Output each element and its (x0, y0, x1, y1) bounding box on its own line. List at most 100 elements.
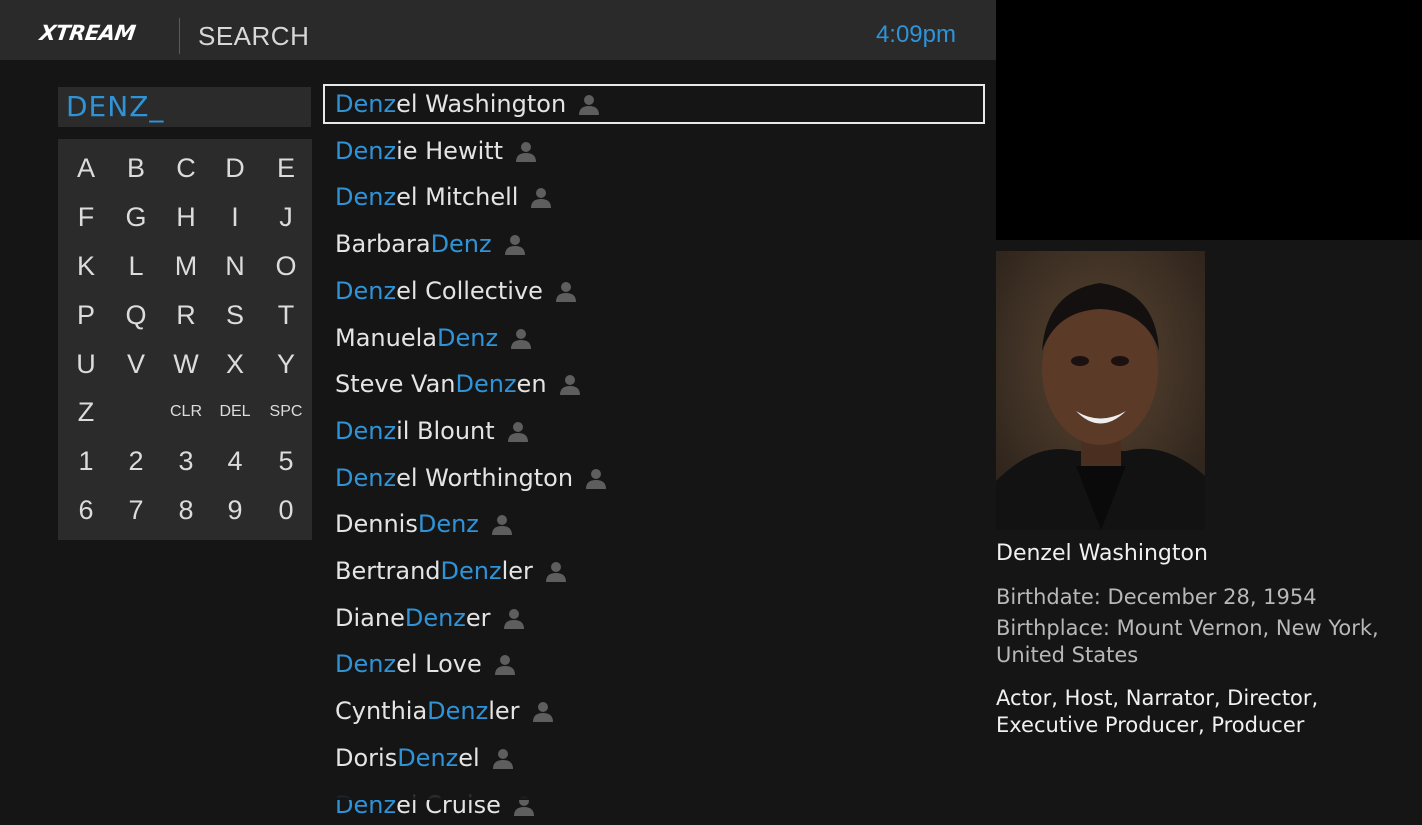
key-x[interactable]: X (210, 342, 260, 386)
person-icon (514, 139, 538, 163)
key-d[interactable]: D (210, 146, 260, 190)
result-name-prefix: Diane (335, 603, 405, 632)
result-name-match: Denz (455, 370, 517, 399)
key-l[interactable]: L (111, 244, 161, 288)
key-5[interactable]: 5 (261, 439, 311, 483)
result-name-suffix: el Love (396, 650, 482, 679)
roles: Actor, Host, Narrator, Director, Executi… (996, 685, 1396, 739)
key-3[interactable]: 3 (161, 439, 211, 483)
key-spc[interactable]: SPC (261, 390, 311, 434)
result-name-suffix: el Worthington (396, 463, 574, 492)
page-title: SEARCH (198, 21, 310, 51)
result-name-match: Denz (397, 743, 459, 772)
search-result-item[interactable]: Manuela Denz (323, 318, 985, 358)
search-result-item[interactable]: Denz el Collective (323, 271, 985, 311)
results-fade (323, 776, 985, 800)
result-name-suffix: ler (501, 557, 533, 585)
key-c[interactable]: C (161, 146, 211, 190)
result-name-prefix: Doris (335, 743, 398, 772)
key-i[interactable]: I (210, 195, 260, 239)
search-result-item[interactable]: Denz el Worthington (323, 458, 985, 498)
key-clr[interactable]: CLR (161, 390, 211, 434)
person-icon (503, 232, 527, 256)
key-7[interactable]: 7 (111, 488, 161, 532)
key-h[interactable]: H (161, 195, 211, 239)
result-name-suffix: ler (488, 697, 520, 726)
search-result-item[interactable]: Dennis Denz (323, 504, 985, 544)
result-name-match: Denz (335, 276, 397, 305)
xtream-logo: XTREAM (38, 21, 137, 45)
search-input[interactable]: DENZ_ (58, 87, 311, 127)
key-p[interactable]: P (61, 293, 111, 337)
key-v[interactable]: V (111, 342, 161, 386)
key-k[interactable]: K (61, 244, 111, 288)
result-name-prefix: Manuela (335, 323, 437, 352)
video-preview-area (996, 0, 1422, 240)
key-1[interactable]: 1 (61, 439, 111, 483)
key-o[interactable]: O (261, 244, 311, 288)
search-result-item[interactable]: Diane Denz er (323, 598, 985, 638)
birthdate: Birthdate: December 28, 1954 (996, 585, 1317, 609)
on-screen-keyboard: A B C D E F G H I J K L M N O P Q R S T U V W X Y Z CLR DEL SPC 1 2 3 4 5… (58, 139, 312, 540)
person-icon (584, 466, 608, 490)
key-y[interactable]: Y (261, 342, 311, 386)
key-r[interactable]: R (161, 293, 211, 337)
top-bar: XTREAM SEARCH 4:09pm (0, 0, 996, 60)
key-9[interactable]: 9 (210, 488, 260, 532)
result-name-match: Denz (335, 183, 397, 212)
key-0[interactable]: 0 (261, 488, 311, 532)
result-name-suffix: er (465, 603, 491, 632)
person-icon (490, 512, 514, 536)
person-icon (577, 92, 601, 116)
result-name-match: Denz (335, 90, 397, 118)
person-icon (531, 699, 555, 723)
result-name-suffix: el Collective (396, 276, 543, 305)
search-result-item[interactable]: Barbara Denz (323, 224, 985, 264)
person-icon (506, 419, 530, 443)
search-result-item[interactable]: Bertrand Denz ler (323, 551, 985, 591)
search-result-item[interactable]: Denz el Love (323, 644, 985, 684)
result-name-suffix: en (516, 370, 547, 399)
result-name-prefix: Steve Van (335, 370, 456, 399)
key-f[interactable]: F (61, 195, 111, 239)
person-icon (544, 559, 568, 583)
person-icon (509, 326, 533, 350)
roles-line-1: Actor, Host, Narrator, Director, (996, 686, 1319, 710)
key-g[interactable]: G (111, 195, 161, 239)
birthplace-line-2: United States (996, 643, 1139, 667)
key-6[interactable]: 6 (61, 488, 111, 532)
key-q[interactable]: Q (111, 293, 161, 337)
search-result-item[interactable]: Denz ie Hewitt (323, 131, 985, 171)
search-query-text: DENZ_ (66, 90, 165, 123)
search-result-item[interactable]: Steve Van Denz en (323, 364, 985, 404)
key-4[interactable]: 4 (210, 439, 260, 483)
result-name-match: Denz (427, 697, 489, 726)
key-j[interactable]: J (261, 195, 311, 239)
person-icon (502, 606, 526, 630)
result-name-suffix: el (458, 743, 480, 772)
key-m[interactable]: M (161, 244, 211, 288)
search-result-item[interactable]: Doris Denz el (323, 738, 985, 778)
search-result-item[interactable]: Denz el Washington (323, 84, 985, 124)
person-photo (996, 251, 1205, 530)
key-n[interactable]: N (210, 244, 260, 288)
key-w[interactable]: W (161, 342, 211, 386)
key-del[interactable]: DEL (210, 390, 260, 434)
search-result-item[interactable]: Cynthia Denz ler (323, 691, 985, 731)
search-result-item[interactable]: Denz el Mitchell (323, 177, 985, 217)
person-icon (493, 652, 517, 676)
key-s[interactable]: S (210, 293, 260, 337)
key-u[interactable]: U (61, 342, 111, 386)
key-e[interactable]: E (261, 146, 311, 190)
key-z[interactable]: Z (61, 390, 111, 434)
key-b[interactable]: B (111, 146, 161, 190)
portrait-image (996, 251, 1205, 530)
key-8[interactable]: 8 (161, 488, 211, 532)
key-2[interactable]: 2 (111, 439, 161, 483)
key-t[interactable]: T (261, 293, 311, 337)
key-a[interactable]: A (61, 146, 111, 190)
result-name-match: Denz (335, 650, 397, 679)
person-icon (554, 279, 578, 303)
search-result-item[interactable]: Denz il Blount (323, 411, 985, 451)
result-name-suffix: el Washington (396, 90, 567, 118)
